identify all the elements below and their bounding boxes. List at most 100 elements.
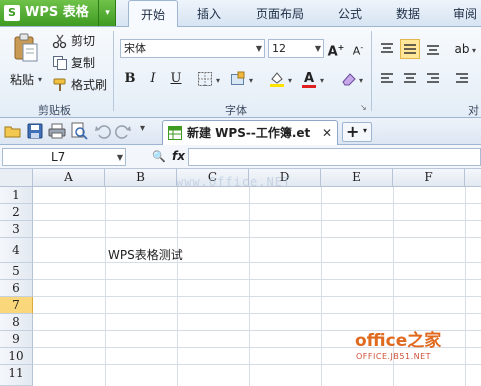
name-box[interactable]: L7 ▼ <box>2 148 126 166</box>
cell-style-dropdown-icon[interactable]: ▾ <box>249 76 253 85</box>
formula-bar: L7 ▼ 🔍 fx <box>0 145 481 169</box>
group-separator <box>371 31 372 111</box>
scissors-icon <box>52 34 67 49</box>
formula-input[interactable] <box>188 148 481 166</box>
borders-button[interactable] <box>195 69 215 89</box>
font-name-combo[interactable]: 宋体 ▼ <box>120 39 265 58</box>
row-header[interactable]: 8 <box>0 314 33 331</box>
underline-button[interactable]: U <box>166 69 186 89</box>
font-size-combo[interactable]: 12 ▼ <box>268 39 324 58</box>
print-preview-icon[interactable] <box>70 122 88 140</box>
align-middle-icon <box>404 44 416 54</box>
paste-button[interactable]: 粘贴 ▾ <box>8 33 44 95</box>
customize-toolbar-icon[interactable]: ▾ <box>140 123 145 134</box>
row-header[interactable]: 9 <box>0 331 33 348</box>
row-header[interactable]: 3 <box>0 221 33 238</box>
document-tab[interactable]: 新建 WPS--工作簿.et ✕ <box>162 120 338 145</box>
shrink-font-button[interactable]: A- <box>348 38 368 58</box>
borders-dropdown-icon[interactable]: ▾ <box>216 76 220 85</box>
fill-color-dropdown-icon[interactable]: ▾ <box>288 76 292 85</box>
column-header-a[interactable]: A <box>33 169 105 187</box>
column-header-e[interactable]: E <box>321 169 393 187</box>
zoom-lookup-icon[interactable]: 🔍 <box>152 149 166 165</box>
column-header-f[interactable]: F <box>393 169 465 187</box>
row-header-active[interactable]: 7 <box>0 297 33 314</box>
align-right-button[interactable] <box>423 69 443 89</box>
redo-icon[interactable] <box>114 122 132 140</box>
app-menu-dropdown-icon[interactable]: ▾ <box>98 0 116 26</box>
tab-page-layout[interactable]: 页面布局 <box>248 0 312 27</box>
chevron-down-icon[interactable]: ▼ <box>117 150 123 165</box>
bold-button[interactable]: B <box>120 69 140 89</box>
copy-icon <box>53 56 67 70</box>
chevron-down-icon[interactable]: ▼ <box>315 40 321 58</box>
open-folder-icon[interactable] <box>4 122 22 140</box>
paste-icon <box>14 33 38 62</box>
cut-button[interactable]: 剪切 <box>52 32 112 50</box>
align-center-icon <box>404 73 416 83</box>
text-direction-dropdown-icon[interactable]: ▾ <box>472 46 476 55</box>
insert-function-icon[interactable]: fx <box>172 148 185 165</box>
eraser-icon <box>342 73 356 86</box>
tab-data[interactable]: 数据 <box>388 0 428 27</box>
print-icon[interactable] <box>48 122 66 140</box>
row-header[interactable]: 1 <box>0 187 33 204</box>
cut-label: 剪切 <box>71 34 96 48</box>
format-painter-icon <box>53 78 66 91</box>
paste-dropdown-icon[interactable]: ▾ <box>38 75 42 84</box>
copy-button[interactable]: 复制 <box>52 54 112 72</box>
save-icon[interactable] <box>26 122 44 140</box>
row-header[interactable]: 5 <box>0 263 33 280</box>
app-menu-button[interactable]: S WPS 表格 ▾ <box>0 0 116 26</box>
row-header[interactable]: 6 <box>0 280 33 297</box>
site-brand: office之家 OFFICE.JB51.NET <box>355 331 441 365</box>
font-color-button[interactable]: A <box>299 69 319 89</box>
clear-format-button[interactable] <box>339 69 359 89</box>
grid-line <box>33 262 481 263</box>
fill-color-button[interactable] <box>267 69 287 89</box>
row-header[interactable]: 4 <box>0 238 33 263</box>
row-header[interactable]: 2 <box>0 204 33 221</box>
align-bottom-button[interactable] <box>423 39 443 59</box>
format-painter-button[interactable]: 格式刷 <box>52 76 112 94</box>
align-left-button[interactable] <box>377 69 397 89</box>
clear-format-dropdown-icon[interactable]: ▾ <box>359 76 363 85</box>
column-header-g[interactable] <box>465 169 481 187</box>
grow-font-button[interactable]: A+ <box>326 38 346 59</box>
row-header[interactable]: 10 <box>0 348 33 365</box>
chevron-down-icon[interactable]: ▾ <box>363 126 367 135</box>
undo-icon[interactable] <box>94 122 112 140</box>
tab-insert[interactable]: 插入 <box>186 0 232 27</box>
italic-button[interactable]: I <box>143 69 163 89</box>
paste-label: 粘贴 <box>10 73 35 87</box>
group-separator <box>113 31 114 111</box>
font-color-icon: A <box>303 71 315 86</box>
tab-home[interactable]: 开始 <box>128 0 178 28</box>
align-right-icon <box>427 73 439 83</box>
chevron-down-icon[interactable]: ▼ <box>256 40 262 58</box>
font-color-dropdown-icon[interactable]: ▾ <box>320 76 324 85</box>
align-top-button[interactable] <box>377 39 397 59</box>
alignment-group-label: 对 <box>468 104 479 117</box>
row-header[interactable]: 11 <box>0 365 33 386</box>
cell-style-icon <box>231 71 245 85</box>
indent-button[interactable] <box>452 69 472 89</box>
cell-b4[interactable]: WPS表格测试 <box>108 247 183 263</box>
close-icon[interactable]: ✕ <box>322 125 332 141</box>
indent-icon <box>456 73 468 83</box>
tab-review[interactable]: 审阅 <box>446 0 481 27</box>
brand-url-text: OFFICE.JB51.NET <box>356 352 432 361</box>
select-all-corner[interactable] <box>0 169 33 187</box>
tab-formulas[interactable]: 公式 <box>330 0 370 27</box>
column-header-b[interactable]: B <box>105 169 177 187</box>
align-middle-button[interactable] <box>400 39 420 59</box>
align-bottom-icon <box>427 45 439 55</box>
watermark-text: www.Office.NET <box>176 175 292 189</box>
font-dialog-launcher-icon[interactable]: ↘ <box>360 103 367 112</box>
text-direction-button[interactable]: ab <box>452 39 472 59</box>
new-tab-button[interactable]: + ▾ <box>342 122 372 142</box>
align-center-button[interactable] <box>400 69 420 89</box>
grid-line <box>177 187 178 386</box>
cell-style-button[interactable] <box>228 69 248 89</box>
app-name: WPS 表格 <box>25 5 89 20</box>
